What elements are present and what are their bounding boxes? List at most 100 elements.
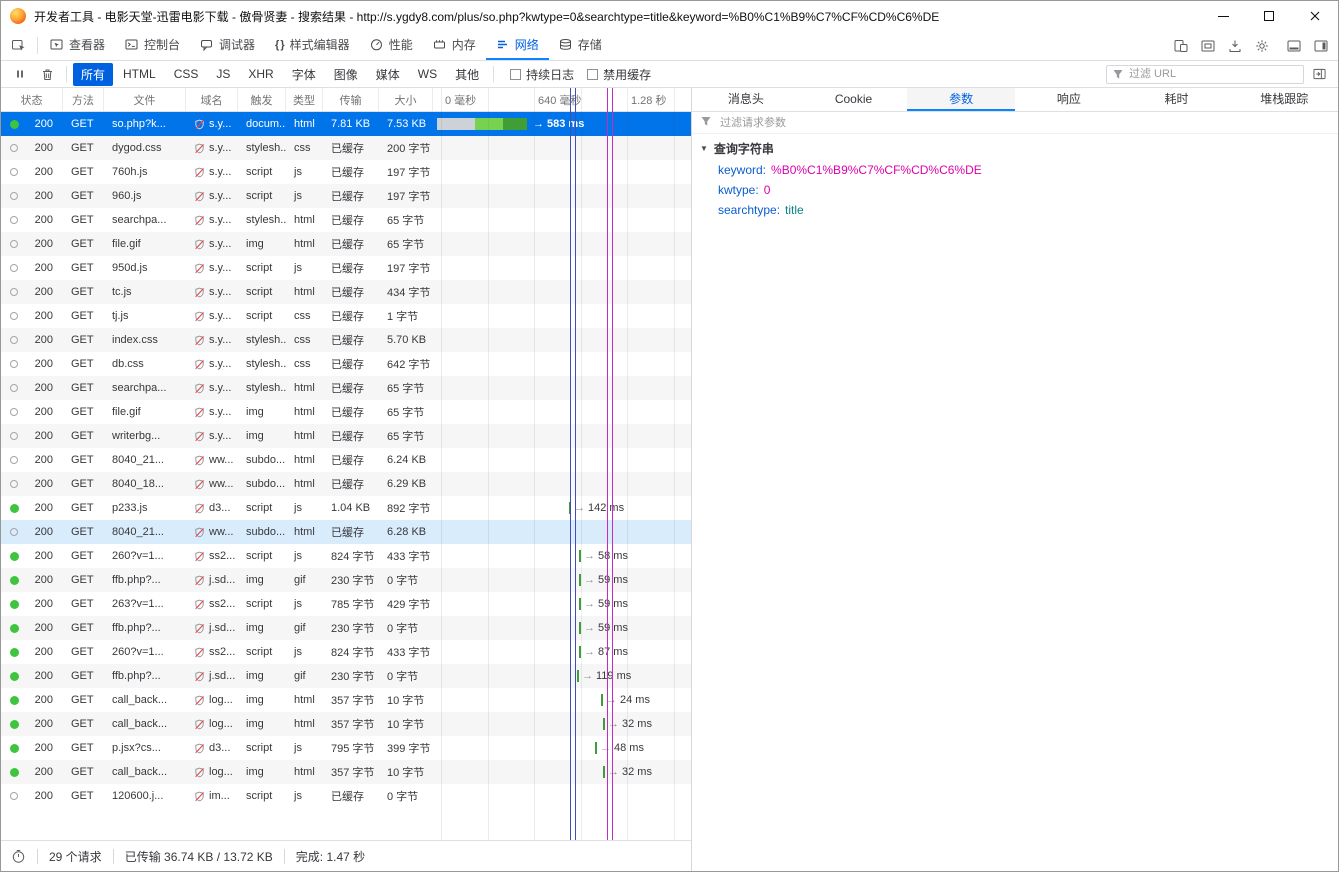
request-row[interactable]: 200 GET file.gif s.y... img html 已缓存 65 字节: [1, 232, 691, 256]
cell-file: 8040_18...: [112, 478, 164, 490]
params-filter-input[interactable]: [718, 115, 1330, 130]
tool-tab-styleeditor[interactable]: { } 样式编辑器: [265, 31, 360, 60]
pick-element-button[interactable]: [1, 31, 35, 60]
column-header-method[interactable]: 方法: [63, 88, 104, 111]
column-header-file[interactable]: 文件: [104, 88, 186, 111]
tool-tab-network[interactable]: 网络: [485, 31, 549, 60]
details-tab-headers[interactable]: 消息头: [692, 88, 800, 111]
tool-tab-inspector[interactable]: 查看器: [40, 31, 115, 60]
request-row[interactable]: 200 GET 8040_21... ww... subdo... html 已缓存 6.28…: [1, 520, 691, 544]
stopwatch-icon[interactable]: [11, 849, 26, 864]
request-row[interactable]: 200 GET ffb.php?... j.sd... img gif 230 字节 0 字节…: [1, 664, 691, 688]
request-row[interactable]: 200 GET 950d.js s.y... script js 已缓存 197 字节: [1, 256, 691, 280]
details-tab-params[interactable]: 参数: [907, 88, 1016, 111]
tool-tab-console[interactable]: 控制台: [115, 31, 190, 60]
request-row[interactable]: 200 GET 8040_18... ww... subdo... html 已缓存 6.29…: [1, 472, 691, 496]
request-row[interactable]: 200 GET 960.js s.y... script js 已缓存 197 字节: [1, 184, 691, 208]
details-tab-timings[interactable]: 耗时: [1123, 88, 1231, 111]
pause-recording-button[interactable]: [7, 63, 32, 85]
cell-file: 8040_21...: [112, 454, 164, 466]
param-row[interactable]: kwtype: 0: [692, 180, 1338, 200]
cell-size: 10 字节: [387, 767, 425, 779]
filter-xhr-button[interactable]: XHR: [240, 63, 281, 86]
request-row[interactable]: 200 GET p.jsx?cs... d3... script js 795 字节 399 …: [1, 736, 691, 760]
cell-size: 6.29 KB: [387, 478, 427, 490]
request-row[interactable]: 200 GET call_back... log... img html 357 字节 10 …: [1, 688, 691, 712]
details-tab-cookies[interactable]: Cookie: [800, 88, 908, 111]
column-header-size[interactable]: 大小: [379, 88, 433, 111]
filter-all-button[interactable]: 所有: [73, 62, 114, 86]
filter-ws-button[interactable]: WS: [410, 63, 445, 86]
request-row[interactable]: 200 GET call_back... log... img html 357 字节 10 …: [1, 760, 691, 784]
filter-images-button[interactable]: 图像: [326, 63, 366, 86]
request-row[interactable]: 200 GET dygod.css s.y... stylesh... css 已缓存 200…: [1, 136, 691, 160]
cell-cause: script: [246, 790, 273, 802]
domain-text: ww...: [209, 454, 234, 466]
filter-media-button[interactable]: 媒体: [368, 63, 408, 86]
tool-tab-memory[interactable]: 内存: [423, 31, 486, 60]
url-filter-input[interactable]: [1106, 64, 1304, 84]
column-header-waterfall[interactable]: 0 毫秒 640 毫秒 1.28 秒: [433, 88, 691, 111]
details-tab-stack-trace[interactable]: 堆栈跟踪: [1230, 88, 1338, 111]
request-row[interactable]: 200 GET 760h.js s.y... script js 已缓存 197 字节: [1, 160, 691, 184]
param-row[interactable]: searchtype: title: [692, 200, 1338, 220]
frame-picker-icon[interactable]: [1194, 31, 1221, 60]
status-dot: [10, 480, 18, 488]
request-row[interactable]: 200 GET 263?v=1... ss2... script js 785 字节 429 …: [1, 592, 691, 616]
column-header-type[interactable]: 类型: [286, 88, 323, 111]
request-row[interactable]: 200 GET searchpa... s.y... stylesh... html 已缓存…: [1, 376, 691, 400]
filter-js-button[interactable]: JS: [208, 63, 238, 86]
request-row[interactable]: 200 GET tj.js s.y... script css 已缓存 1 字节: [1, 304, 691, 328]
waterfall-arrow-icon: →: [582, 670, 593, 682]
request-row[interactable]: 200 GET db.css s.y... stylesh... css 已缓存 642 字节: [1, 352, 691, 376]
disable-cache-checkbox[interactable]: 禁用缓存: [587, 66, 651, 83]
domain-text: s.y...: [209, 190, 232, 202]
responsive-mode-icon[interactable]: [1167, 31, 1194, 60]
request-row[interactable]: 200 GET file.gif s.y... img html 已缓存 65 字节: [1, 400, 691, 424]
param-row[interactable]: keyword: %B0%C1%B9%C7%CF%CD%C6%DE: [692, 160, 1338, 180]
persist-logs-checkbox[interactable]: 持续日志: [510, 66, 574, 83]
request-row[interactable]: 200 GET 8040_21... ww... subdo... html 已缓存 6.24…: [1, 448, 691, 472]
request-row[interactable]: 200 GET so.php?k... s.y... docum... html 7.81 …: [1, 112, 691, 136]
toggle-details-pane-icon[interactable]: [1307, 63, 1332, 85]
request-row[interactable]: 200 GET p233.js d3... script js 1.04 KB 892 字节 →…: [1, 496, 691, 520]
tool-tab-performance[interactable]: 性能: [360, 31, 423, 60]
request-row[interactable]: 200 GET 120600.j... im... script js 已缓存 0 字节: [1, 784, 691, 808]
request-row[interactable]: 200 GET 260?v=1... ss2... script js 824 字节 433 …: [1, 640, 691, 664]
column-header-status[interactable]: 状态: [1, 88, 63, 111]
close-button[interactable]: [1292, 1, 1338, 31]
minimize-button[interactable]: [1200, 1, 1246, 31]
details-tab-response[interactable]: 响应: [1015, 88, 1123, 111]
filter-fonts-button[interactable]: 字体: [284, 63, 324, 86]
download-tray-icon[interactable]: [1221, 31, 1248, 60]
status-code: 200: [34, 262, 53, 274]
tool-tab-debugger[interactable]: 调试器: [190, 31, 265, 60]
cell-cause: img: [246, 718, 264, 730]
clear-requests-button[interactable]: [35, 63, 60, 85]
request-row[interactable]: 200 GET ffb.php?... j.sd... img gif 230 字节 0 字节…: [1, 568, 691, 592]
column-header-domain[interactable]: 域名: [186, 88, 238, 111]
maximize-button[interactable]: [1246, 1, 1292, 31]
query-string-section[interactable]: ▼ 查询字符串: [692, 134, 1338, 160]
request-row[interactable]: 200 GET call_back... log... img html 357 字节 10 …: [1, 712, 691, 736]
request-row[interactable]: 200 GET 260?v=1... ss2... script js 824 字节 433 …: [1, 544, 691, 568]
cell-transferred: 230 字节: [331, 671, 375, 683]
filter-css-button[interactable]: CSS: [166, 63, 207, 86]
tool-tab-label: 内存: [451, 38, 476, 52]
performance-icon: [370, 38, 383, 51]
dock-side-icon[interactable]: [1307, 31, 1334, 60]
request-row[interactable]: 200 GET searchpa... s.y... stylesh... html 已缓存…: [1, 208, 691, 232]
settings-gear-icon[interactable]: [1248, 31, 1275, 60]
request-row[interactable]: 200 GET tc.js s.y... script html 已缓存 434 字节: [1, 280, 691, 304]
filter-html-button[interactable]: HTML: [115, 63, 164, 86]
request-row[interactable]: 200 GET writerbg... s.y... img html 已缓存 65 字节: [1, 424, 691, 448]
filter-other-button[interactable]: 其他: [447, 63, 487, 86]
request-row[interactable]: 200 GET index.css s.y... stylesh... css 已缓存 5.7…: [1, 328, 691, 352]
cell-transferred: 1.04 KB: [331, 502, 371, 514]
dock-bottom-icon[interactable]: [1280, 31, 1307, 60]
tool-tab-storage[interactable]: 存储: [549, 31, 612, 60]
request-row[interactable]: 200 GET ffb.php?... j.sd... img gif 230 字节 0 字节…: [1, 616, 691, 640]
cell-status: 200: [1, 352, 63, 376]
column-header-cause[interactable]: 触发: [238, 88, 286, 111]
column-header-transferred[interactable]: 传输: [323, 88, 379, 111]
